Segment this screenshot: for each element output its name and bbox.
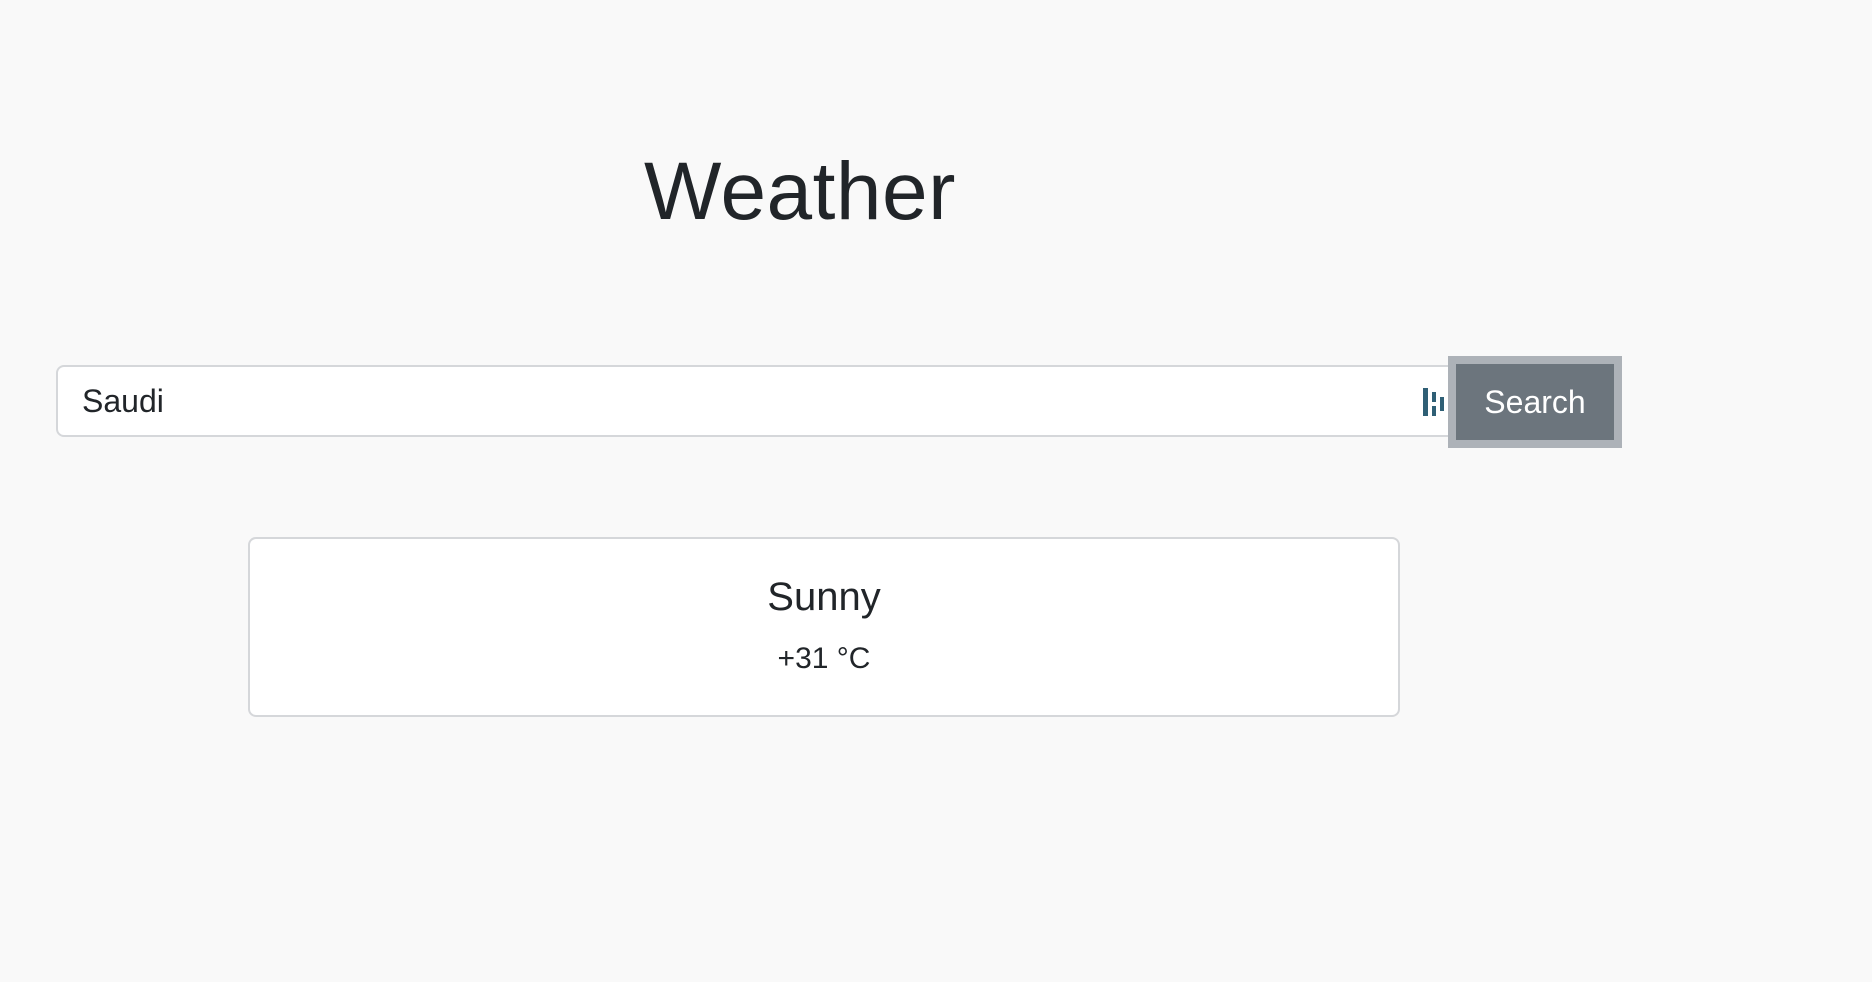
password-manager-icon[interactable] (1422, 387, 1450, 417)
search-button[interactable]: Search (1448, 356, 1622, 448)
weather-card: Sunny +31 °C (248, 537, 1400, 717)
page-title: Weather (644, 146, 956, 237)
search-bar: Search (56, 356, 1622, 452)
weather-temperature: +31 °C (777, 642, 871, 675)
weather-condition: Sunny (767, 575, 881, 619)
weather-page: Weather Search Sunny +31 °C (0, 0, 1872, 982)
search-input[interactable] (56, 365, 1468, 437)
